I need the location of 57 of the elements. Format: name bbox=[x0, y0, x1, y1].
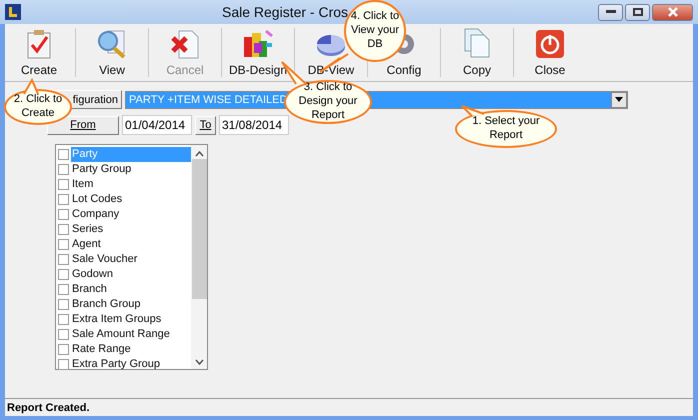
scrollbar[interactable] bbox=[191, 145, 207, 369]
to-button[interactable]: To bbox=[195, 116, 216, 134]
toolbar-button[interactable]: Copy bbox=[443, 24, 511, 81]
toolbar-button[interactable]: Create bbox=[5, 24, 73, 81]
checkbox[interactable] bbox=[58, 269, 69, 280]
to-date-field[interactable]: 31/08/2014 bbox=[219, 115, 289, 135]
copy-icon bbox=[462, 27, 492, 59]
checkbox[interactable] bbox=[58, 299, 69, 310]
maximize-icon bbox=[632, 8, 642, 16]
list-item[interactable]: Branch Group bbox=[71, 297, 191, 312]
list-item[interactable]: Extra Item Groups bbox=[71, 312, 191, 327]
scroll-thumb[interactable] bbox=[192, 159, 206, 299]
list-item[interactable]: Extra Party Group bbox=[71, 357, 191, 372]
list-item[interactable]: Item bbox=[71, 177, 191, 192]
list-item[interactable]: Agent bbox=[71, 237, 191, 252]
document-x-icon bbox=[170, 29, 200, 59]
list-item[interactable]: Company bbox=[71, 207, 191, 222]
toolbar-button[interactable]: View bbox=[78, 24, 146, 81]
minimize-icon bbox=[606, 10, 616, 14]
app-logo-icon bbox=[5, 4, 21, 20]
list-item[interactable]: Branch bbox=[71, 282, 191, 297]
dropdown-arrow-button[interactable] bbox=[611, 92, 627, 108]
scroll-down-icon[interactable] bbox=[194, 359, 204, 365]
list-item[interactable]: Series bbox=[71, 222, 191, 237]
magnifier-icon bbox=[96, 29, 128, 59]
checkbox[interactable] bbox=[58, 164, 69, 175]
list-item[interactable]: Lot Codes bbox=[71, 192, 191, 207]
checkbox[interactable] bbox=[58, 359, 69, 370]
checkbox[interactable] bbox=[58, 344, 69, 355]
power-icon bbox=[535, 29, 565, 59]
checkbox[interactable] bbox=[58, 194, 69, 205]
checkbox[interactable] bbox=[58, 179, 69, 190]
list-item[interactable]: Sale Amount Range bbox=[71, 327, 191, 342]
scroll-up-icon[interactable] bbox=[194, 151, 204, 157]
maximize-button[interactable] bbox=[625, 4, 650, 20]
list-item[interactable]: Party Group bbox=[71, 162, 191, 177]
checkbox[interactable] bbox=[58, 224, 69, 235]
list-item[interactable]: Rate Range bbox=[71, 342, 191, 357]
checkbox[interactable] bbox=[58, 284, 69, 295]
checkbox[interactable] bbox=[58, 254, 69, 265]
list-item[interactable]: Godown bbox=[71, 267, 191, 282]
from-button[interactable]: From bbox=[47, 116, 119, 134]
checkbox[interactable] bbox=[58, 149, 69, 160]
checkbox[interactable] bbox=[58, 209, 69, 220]
checkbox[interactable] bbox=[58, 329, 69, 340]
close-icon bbox=[668, 7, 678, 17]
status-text: Report Created. bbox=[7, 402, 90, 414]
caret-icon bbox=[615, 97, 623, 102]
toolbar-button[interactable]: Close bbox=[516, 24, 584, 81]
clipboard-check-icon bbox=[25, 29, 53, 59]
list-item[interactable]: Sale Voucher bbox=[71, 252, 191, 267]
from-date-field[interactable]: 01/04/2014 bbox=[122, 115, 192, 135]
minimize-button[interactable] bbox=[598, 4, 623, 20]
close-button[interactable] bbox=[652, 4, 693, 20]
checkbox[interactable] bbox=[58, 239, 69, 250]
colored-blocks-icon bbox=[242, 29, 274, 59]
checkbox[interactable] bbox=[58, 314, 69, 325]
